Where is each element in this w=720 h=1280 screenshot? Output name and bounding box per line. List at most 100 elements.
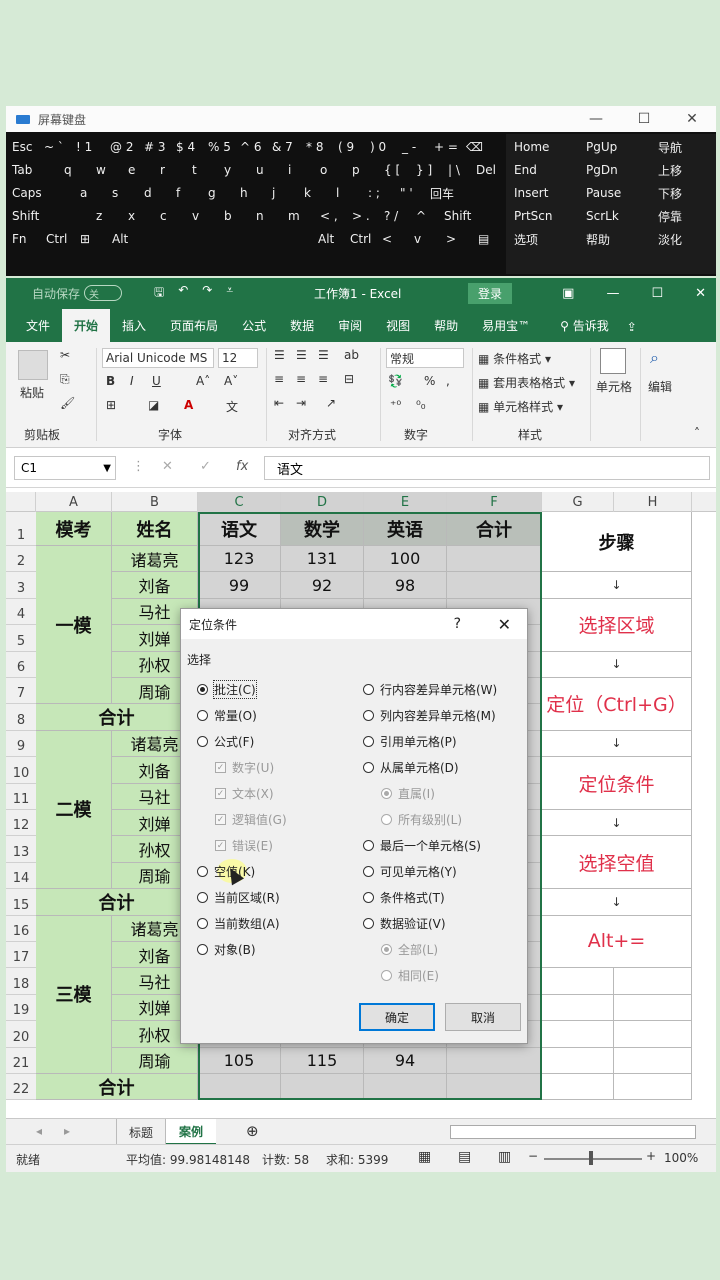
empty-cell[interactable] (542, 994, 614, 1022)
percent-icon[interactable]: % (424, 374, 435, 388)
name-cell[interactable]: 诸葛亮 (112, 546, 198, 573)
osk-key[interactable]: t (186, 159, 214, 181)
osk-nav-key[interactable]: 下移 (652, 182, 716, 204)
row-header[interactable]: 4 (6, 598, 36, 626)
autosave-toggle[interactable]: 关 (84, 285, 123, 301)
column-header-A[interactable]: A (36, 492, 112, 512)
sheet-tab-case[interactable]: 案例 (166, 1119, 216, 1145)
group-cell[interactable]: 三模 (36, 915, 112, 1074)
name-cell[interactable]: 周瑜 (112, 1047, 198, 1074)
tab-3[interactable]: 页面布局 (158, 317, 230, 342)
empty-cell[interactable] (542, 1074, 614, 1101)
cells-button[interactable]: 单元格 (596, 378, 632, 395)
select-all-corner[interactable] (6, 492, 36, 512)
underline-button[interactable]: U (152, 374, 161, 388)
osk-nav-key[interactable]: PgUp (580, 136, 644, 158)
copy-icon[interactable]: ⎘ (60, 372, 70, 387)
increase-indent-icon[interactable]: ⇥ (296, 396, 306, 410)
row-header[interactable]: 5 (6, 625, 36, 652)
score-cell[interactable]: 131 (281, 546, 364, 573)
step-label[interactable]: 步骤 (542, 512, 692, 573)
tab-8[interactable]: 帮助 (422, 317, 470, 342)
undo-icon[interactable]: ↶ (178, 283, 188, 304)
osk-key[interactable]: j (266, 182, 294, 204)
total-cell[interactable] (447, 1074, 542, 1101)
osk-key[interactable]: ! 1 (70, 136, 108, 158)
cancel-button[interactable]: 取消 (445, 1003, 521, 1031)
total-label-cell[interactable]: 合计 (36, 704, 198, 731)
table-format-button[interactable]: ▦ 套用表格格式 ▾ (478, 374, 575, 391)
row-header[interactable]: 15 (6, 889, 36, 916)
comma-icon[interactable]: , (446, 374, 450, 388)
column-header-C[interactable]: C (198, 492, 281, 512)
osk-key[interactable]: w (90, 159, 118, 181)
option-right-0[interactable]: 行内容差异单元格(W) (363, 681, 497, 698)
step-label[interactable]: ↓ (542, 889, 692, 916)
tab-0[interactable]: 文件 (14, 317, 62, 342)
cells-icon[interactable] (600, 348, 626, 374)
empty-cell[interactable] (614, 1021, 692, 1048)
total-cell[interactable] (447, 1047, 542, 1074)
row-header[interactable]: 19 (6, 994, 36, 1022)
page-layout-view-icon[interactable]: ▤ (458, 1149, 471, 1165)
step-label[interactable]: 定位条件 (542, 757, 692, 810)
osk-key[interactable]: i (282, 159, 310, 181)
save-icon[interactable]: 🖫 (154, 283, 164, 304)
merge-center-icon[interactable]: ⊟ (344, 372, 354, 386)
osk-key[interactable]: " ' (394, 182, 422, 204)
osk-key[interactable]: < , (314, 205, 342, 227)
osk-key[interactable]: @ 2 (104, 136, 142, 158)
osk-key[interactable]: a (74, 182, 102, 204)
empty-cell[interactable] (614, 1047, 692, 1074)
group-cell[interactable]: 二模 (36, 730, 112, 890)
row-header[interactable]: 9 (6, 730, 36, 758)
score-cell[interactable]: 105 (198, 1047, 281, 1074)
osk-key[interactable]: o (314, 159, 342, 181)
align-left-icon[interactable]: ≡ (274, 372, 284, 386)
header-cell-C[interactable]: 语文 (198, 512, 281, 546)
score-cell[interactable]: 100 (364, 546, 447, 573)
row-header[interactable]: 16 (6, 915, 36, 942)
row-header[interactable]: 2 (6, 546, 36, 573)
score-cell[interactable]: 94 (364, 1047, 447, 1074)
redo-icon[interactable]: ↷ (202, 283, 212, 304)
score-cell[interactable]: 115 (281, 1047, 364, 1074)
osk-key[interactable]: Alt (106, 228, 144, 250)
option-left-1[interactable]: 常量(O) (197, 707, 257, 724)
maximize-button[interactable]: ☐ (620, 111, 668, 127)
osk-key[interactable]: l (330, 182, 358, 204)
osk-key[interactable]: Caps (6, 182, 54, 204)
osk-nav-key[interactable]: 帮助 (580, 228, 644, 250)
osk-key[interactable]: r (154, 159, 182, 181)
zoom-slider-thumb[interactable] (589, 1151, 593, 1165)
step-label[interactable]: 选择空值 (542, 836, 692, 890)
step-label[interactable]: ↓ (542, 651, 692, 678)
next-sheet-icon[interactable]: ▸ (64, 1124, 70, 1138)
column-header-H[interactable]: H (614, 492, 692, 512)
osk-key[interactable]: Del (470, 159, 508, 181)
osk-nav-key[interactable]: PrtScn (508, 205, 572, 227)
tab-9[interactable]: 易用宝™ (470, 317, 542, 342)
row-header[interactable]: 17 (6, 942, 36, 969)
osk-key[interactable]: ^ (410, 205, 438, 227)
option-right-9[interactable]: 数据验证(V) (363, 915, 446, 932)
row-header[interactable]: 1 (6, 512, 36, 546)
border-icon[interactable]: ⊞ (106, 398, 116, 412)
step-label[interactable]: ↓ (542, 810, 692, 837)
dialog-close-button[interactable]: ✕ (498, 615, 511, 634)
osk-key[interactable]: p (346, 159, 374, 181)
row-header[interactable]: 7 (6, 678, 36, 705)
osk-key[interactable]: e (122, 159, 150, 181)
osk-key[interactable]: q (58, 159, 86, 181)
total-label-cell[interactable]: 合计 (36, 889, 198, 916)
step-label[interactable]: 定位（Ctrl+G） (542, 678, 692, 731)
score-cell[interactable]: 98 (364, 572, 447, 599)
name-cell[interactable]: 刘备 (112, 572, 198, 599)
ok-button[interactable]: 确定 (359, 1003, 435, 1031)
option-right-6[interactable]: 最后一个单元格(S) (363, 837, 481, 854)
help-button[interactable]: ? (454, 616, 461, 632)
header-cell-B[interactable]: 姓名 (112, 512, 198, 546)
decrease-decimal-icon[interactable]: ⁰₀ (416, 398, 426, 412)
row-header[interactable]: 10 (6, 757, 36, 784)
minimize-button[interactable]: — (606, 286, 619, 301)
